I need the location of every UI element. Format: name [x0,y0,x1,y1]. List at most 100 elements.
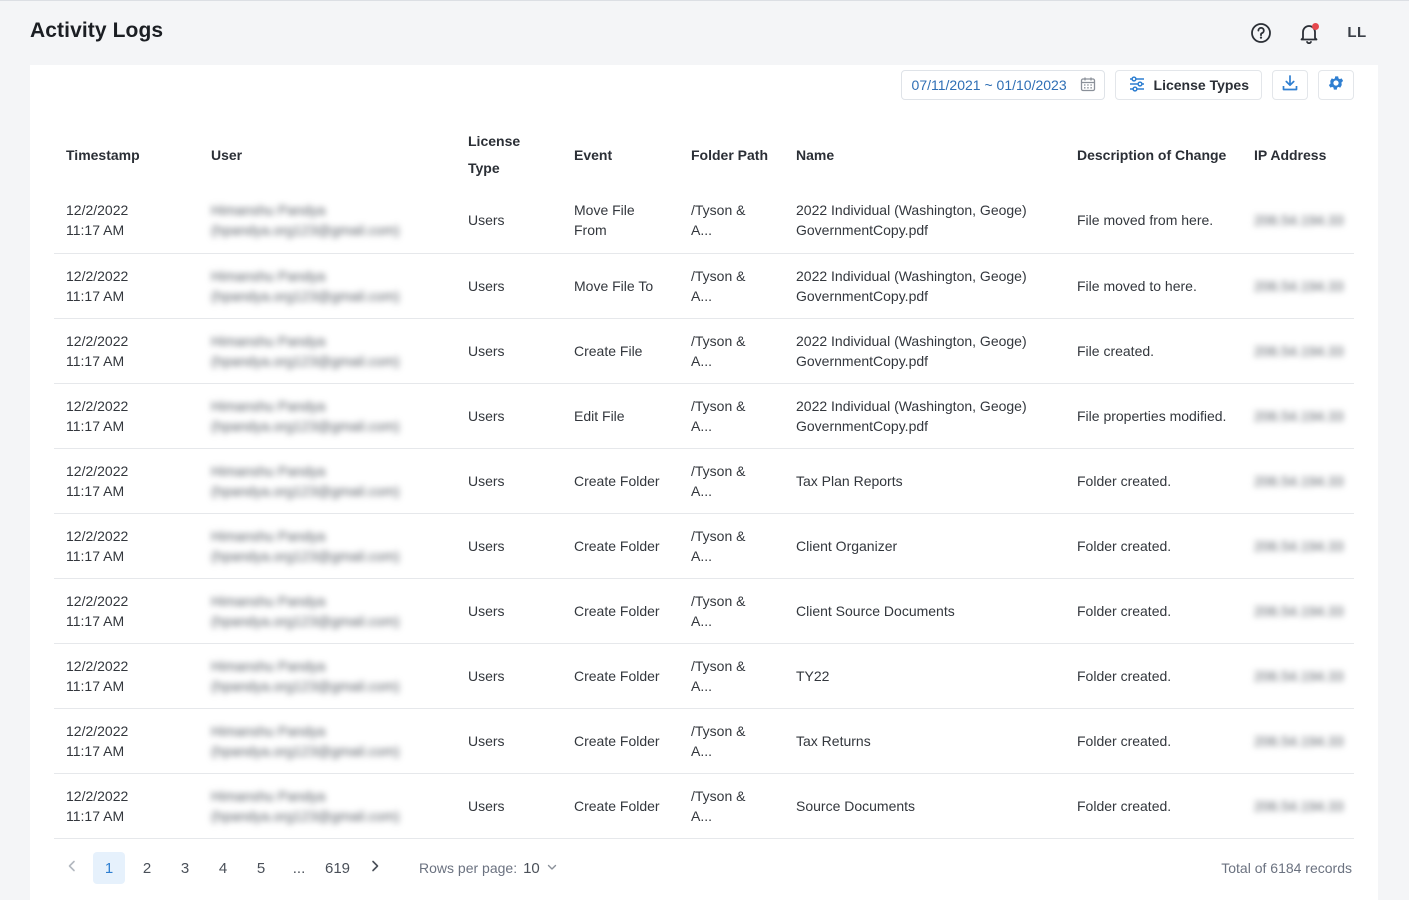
user-email: (hpandya.org123@gmail.com) [211,547,400,564]
cell-ip-address: 206.54.194.33 [1242,448,1354,514]
cell-license-type: Users [456,578,562,644]
cell-folder-path-text: /Tyson & A... [691,527,746,564]
cell-description-text: Folder created. [1077,797,1172,814]
cell-license-type: Users [456,318,562,384]
user-name: Himanshu Pandya [211,722,326,739]
cell-folder-path: /Tyson & A... [679,383,784,449]
help-icon[interactable] [1249,21,1273,45]
cell-ip-address-text: 206.54.194.33 [1254,537,1344,554]
page-number-button[interactable]: 5 [245,852,277,884]
column-header-timestamp[interactable]: Timestamp [54,122,199,188]
user-email: (hpandya.org123@gmail.com) [211,222,400,239]
table-row[interactable]: 12/2/2022 11:17 AM Himanshu Pandya (hpandy… [54,448,1354,514]
cell-timestamp-text: 12/2/2022 11:17 AM [66,397,129,434]
user-email: (hpandya.org123@gmail.com) [211,807,400,824]
rows-per-page-select[interactable]: Rows per page: 10 [419,860,558,877]
cell-license-type: Users [456,708,562,774]
cell-folder-path-text: /Tyson & A... [691,657,746,694]
cell-event: Move File To [562,253,679,319]
cell-timestamp-text: 12/2/2022 11:17 AM [66,592,129,629]
cell-timestamp: 12/2/2022 11:17 AM [54,643,199,709]
cell-folder-path-text: /Tyson & A... [691,397,746,434]
table-row[interactable]: 12/2/2022 11:17 AM Himanshu Pandya (hpandy… [54,188,1354,254]
table-row[interactable]: 12/2/2022 11:17 AM Himanshu Pandya (hpandy… [54,708,1354,774]
user-email: (hpandya.org123@gmail.com) [211,612,400,629]
cell-event: Create Folder [562,578,679,644]
cell-name: Source Documents [784,773,1065,839]
page-number-button[interactable]: 619 [321,852,354,884]
table-row[interactable]: 12/2/2022 11:17 AM Himanshu Pandya (hpandy… [54,383,1354,449]
cell-description-text: Folder created. [1077,537,1172,554]
cell-timestamp-text: 12/2/2022 11:17 AM [66,462,129,499]
cell-name-text: Client Organizer [796,537,898,554]
column-header-event[interactable]: Event [562,122,679,188]
date-range-picker[interactable]: 07/11/2021 ~ 01/10/2023 [900,70,1105,100]
cell-user: Himanshu Pandya (hpandya.org123@gmail.com… [199,448,456,514]
cell-timestamp-text: 12/2/2022 11:17 AM [66,527,129,564]
cell-description: File moved to here. [1065,253,1242,319]
cell-event: Create Folder [562,708,679,774]
cell-license-type: Users [456,383,562,449]
cell-name-text: Source Documents [796,797,916,814]
cell-description: Folder created. [1065,513,1242,579]
cell-ip-address: 206.54.194.33 [1242,513,1354,579]
cell-description-text: File created. [1077,342,1155,359]
table-row[interactable]: 12/2/2022 11:17 AM Himanshu Pandya (hpandy… [54,773,1354,839]
cell-name-text: 2022 Individual (Washington, Geoge) Gove… [796,267,1027,304]
user-name: Himanshu Pandya [211,202,326,219]
avatar[interactable]: LL [1343,21,1371,45]
cell-user: Himanshu Pandya (hpandya.org123@gmail.com… [199,513,456,579]
sliders-icon [1128,75,1146,96]
license-types-button[interactable]: License Types [1114,70,1262,100]
cell-license-type: Users [456,253,562,319]
page-header: Activity Logs LL [0,1,1409,65]
column-header-description[interactable]: Description of Change [1065,122,1242,188]
cell-license-type: Users [456,188,562,254]
toolbar: 07/11/2021 ~ 01/10/2023 License Types [900,70,1354,100]
cell-event-text: Create Folder [574,667,660,684]
cell-description: File properties modified. [1065,383,1242,449]
column-header-user[interactable]: User [199,122,456,188]
user-name: Himanshu Pandya [211,462,326,479]
cell-ip-address-text: 206.54.194.33 [1254,602,1344,619]
table-row[interactable]: 12/2/2022 11:17 AM Himanshu Pandya (hpandy… [54,513,1354,579]
chevron-left-icon [65,859,79,878]
user-name: Himanshu Pandya [211,397,326,414]
page-number-button[interactable]: 1 [93,852,125,884]
table-row[interactable]: 12/2/2022 11:17 AM Himanshu Pandya (hpandy… [54,318,1354,384]
page-number-button[interactable]: 4 [207,852,239,884]
column-header-folder-path[interactable]: Folder Path [679,122,784,188]
page-number-button[interactable]: 2 [131,852,163,884]
cell-ip-address-text: 206.54.194.33 [1254,277,1344,294]
column-header-name[interactable]: Name [784,122,1065,188]
cell-timestamp-text: 12/2/2022 11:17 AM [66,787,129,824]
cell-folder-path: /Tyson & A... [679,773,784,839]
table-row[interactable]: 12/2/2022 11:17 AM Himanshu Pandya (hpandy… [54,643,1354,709]
cell-description-text: File properties modified. [1077,407,1227,424]
prev-page-button[interactable] [54,852,90,884]
cell-ip-address-text: 206.54.194.33 [1254,407,1344,424]
page-number-button[interactable]: 3 [169,852,201,884]
column-header-license-type[interactable]: License Type [456,122,562,188]
cell-name-text: Tax Returns [796,732,871,749]
cell-user: Himanshu Pandya (hpandya.org123@gmail.com… [199,383,456,449]
cell-description: Folder created. [1065,708,1242,774]
bell-icon[interactable] [1297,21,1321,45]
cell-timestamp: 12/2/2022 11:17 AM [54,708,199,774]
table-row[interactable]: 12/2/2022 11:17 AM Himanshu Pandya (hpandy… [54,578,1354,644]
table-row[interactable]: 12/2/2022 11:17 AM Himanshu Pandya (hpandy… [54,253,1354,319]
gear-icon [1327,74,1345,97]
cell-name: Client Organizer [784,513,1065,579]
cell-user: Himanshu Pandya (hpandya.org123@gmail.com… [199,578,456,644]
cell-name: 2022 Individual (Washington, Geoge) Gove… [784,318,1065,384]
cell-name: 2022 Individual (Washington, Geoge) Gove… [784,253,1065,319]
settings-button[interactable] [1318,70,1354,100]
cell-description: Folder created. [1065,773,1242,839]
cell-user: Himanshu Pandya (hpandya.org123@gmail.com… [199,773,456,839]
next-page-button[interactable] [357,852,393,884]
column-header-ip-address[interactable]: IP Address [1242,122,1354,188]
download-button[interactable] [1272,70,1308,100]
activity-log-table: Timestamp User License Type Event Folder… [54,122,1354,839]
cell-ip-address-text: 206.54.194.33 [1254,797,1344,814]
cell-event: Create Folder [562,448,679,514]
